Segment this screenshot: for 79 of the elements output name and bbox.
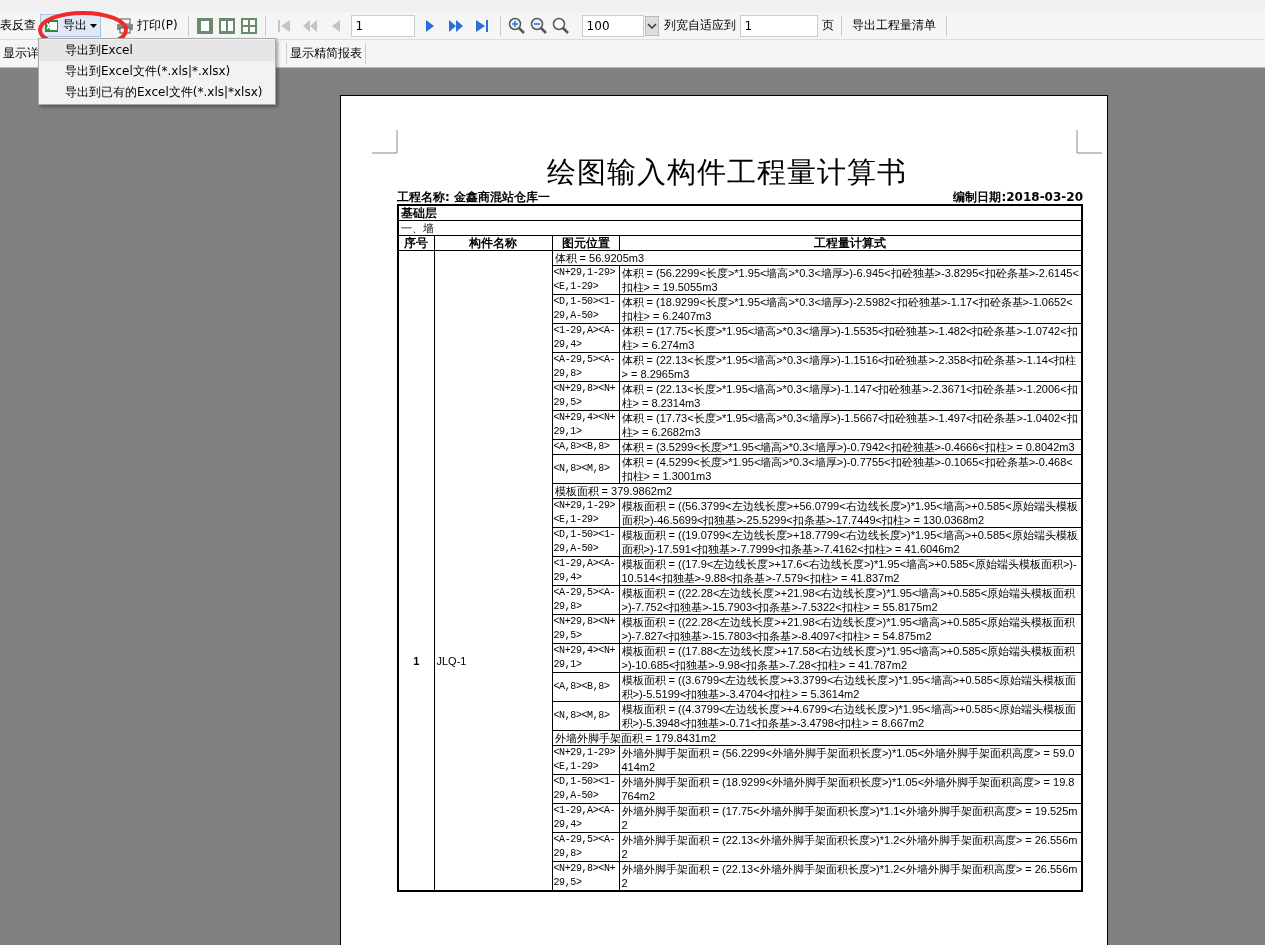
dropdown-icon: [644, 15, 659, 36]
table-cell: <1-29,A><A-29,4>: [552, 556, 619, 586]
table-cell: 体积 = (17.75<长度>*1.95<墙高>*0.3<墙厚>)-1.5535<扣砼独基>-1.482<扣砼条基>-1.0742<扣柱> = 6.274m3: [619, 323, 1082, 353]
table-cell: <A,8><B,8>: [552, 672, 619, 702]
table-cell: <N+29,1-29><E,1-29>: [552, 498, 619, 528]
table-cell: 体积 = 56.9205m3: [552, 250, 1082, 266]
table-cell: 外墙外脚手架面积 = (17.75<外墙外脚手架面积长度>)*1.1<外墙外脚手架面积高度> = 19.525m2: [619, 803, 1082, 833]
table-cell: 体积 = (22.13<长度>*1.95<墙高>*0.3<墙厚>)-1.147<扣砼独基>-2.3671<扣砼条基>-1.2006<扣柱> = 8.2314m3: [619, 381, 1082, 411]
table-cell: 体积 = (18.9299<长度>*1.95<墙高>*0.3<墙厚>)-2.5982<扣砼独基>-1.17<扣砼条基>-1.0652<扣柱> = 6.2407m3: [619, 294, 1082, 324]
column-header: 构件名称: [434, 235, 552, 251]
table-cell: 外墙外脚手架面积 = (22.13<外墙外脚手架面积长度>)*1.2<外墙外脚手架面积高度> = 26.556m2: [619, 832, 1082, 862]
four-page-icon[interactable]: [239, 16, 258, 35]
menu-item[interactable]: 导出到Excel文件(*.xls|*.xlsx): [39, 61, 275, 82]
simple-report-button[interactable]: 显示精简报表: [286, 43, 366, 64]
fit-pages-field[interactable]: 1: [739, 14, 818, 37]
printer-icon: [116, 17, 134, 34]
table-cell: <A-29,5><A-29,8>: [552, 832, 619, 862]
table-cell: <A-29,5><A-29,8>: [552, 352, 619, 382]
section-heading: 一、墙: [398, 220, 1082, 236]
table-cell: <N+29,8><N+29,5>: [552, 614, 619, 644]
table-cell: 体积 = (17.73<长度>*1.95<墙高>*0.3<墙厚>)-1.5667<扣砼独基>-1.497<扣砼条基>-1.0402<扣柱> = 6.2682m3: [619, 410, 1082, 440]
table-cell: 模板面积 = ((19.0799<左边线长度>+18.7799<右边线长度>)*1.95<墙高>+0.585<原始端头模板面积>)-17.591<扣独基>-7.7999<扣条基>-7.4162<扣柱> = 41.6046m2: [619, 527, 1082, 557]
table-cell: 模板面积 = ((17.88<左边线长度>+17.58<右边线长度>)*1.95<墙高>+0.585<原始端头模板面积>)-10.685<扣独基>-9.98<扣条基>-7.28<扣柱> = 41.787m2: [619, 643, 1082, 673]
table-cell: 模板面积 = ((3.6799<左边线长度>+3.3799<右边线长度>)*1.95<墙高>+0.585<原始端头模板面积>)-5.5199<扣独基>-3.4704<扣柱> = 5.3614m2: [619, 672, 1082, 702]
table-cell: 外墙外脚手架面积 = (18.9299<外墙外脚手架面积长度>)*1.05<外墙外脚手架面积高度> = 19.8764m2: [619, 774, 1082, 804]
last-page-icon[interactable]: [473, 17, 490, 34]
table-cell: 外墙外脚手架面积 = 179.8431m2: [552, 730, 1082, 746]
table-cell: 模板面积 = ((4.3799<左边线长度>+4.6799<右边线长度>)*1.95<墙高>+0.585<原始端头模板面积>)-5.3948<扣独基>-0.71<扣条基>-3.4798<扣柱> = 8.667m2: [619, 701, 1082, 731]
table-cell: 体积 = (4.5299<长度>*1.95<墙高>*0.3<墙厚>)-0.7755<扣砼独基>-0.1065<扣砼条基>-0.468<扣柱> = 1.3001m3: [619, 454, 1082, 484]
table-cell: <A,8><B,8>: [552, 439, 619, 455]
single-page-icon[interactable]: [195, 16, 214, 35]
next-page-icon[interactable]: [447, 17, 464, 34]
crop-mark-icon: [1076, 130, 1102, 154]
table-cell: <A-29,5><A-29,8>: [552, 585, 619, 615]
table-cell: 体积 = (56.2299<长度>*1.95<墙高>*0.3<墙厚>)-6.945<扣砼独基>-3.8295<扣砼条基>-2.6145<扣柱> = 19.5055m3: [619, 265, 1082, 295]
table-cell: 模板面积 = ((17.9<左边线长度>+17.6<右边线长度>)*1.95<墙高>+0.585<原始端头模板面积>)-10.514<扣独基>-9.88<扣条基>-7.579<扣柱> = 41.837m2: [619, 556, 1082, 586]
table-cell: <N+29,4><N+29,1>: [552, 410, 619, 440]
detailed-report-button[interactable]: 显示详: [0, 43, 42, 64]
table-cell: <N+29,1-29><E,1-29>: [552, 265, 619, 295]
page-number-field[interactable]: 1: [350, 14, 415, 37]
search-icon[interactable]: [551, 16, 570, 35]
table-cell: 体积 = (22.13<长度>*1.95<墙高>*0.3<墙厚>)-1.1516<扣砼独基>-2.358<扣砼条基>-1.14<扣柱> = 8.2965m3: [619, 352, 1082, 382]
table-cell: <1-29,A><A-29,4>: [552, 803, 619, 833]
report-date: 编制日期:2018-03-20: [953, 190, 1083, 204]
zoom-out-icon[interactable]: [529, 16, 548, 35]
column-header: 图元位置: [552, 235, 619, 251]
table-cell: <N+29,4><N+29,1>: [552, 643, 619, 673]
reverse-lookup-button[interactable]: 表反查: [0, 17, 36, 34]
column-header: 序号: [398, 235, 434, 251]
crop-mark-icon: [372, 130, 398, 154]
table-cell: JLQ-1: [434, 250, 552, 891]
table-cell: <N+29,8><N+29,5>: [552, 381, 619, 411]
table-cell: <1-29,A><A-29,4>: [552, 323, 619, 353]
table-cell: <N+29,8><N+29,5>: [552, 861, 619, 891]
fit-width-label: 列宽自适应到: [663, 17, 736, 34]
table-cell: 模板面积 = ((22.28<左边线长度>+21.98<右边线长度>)*1.95<墙高>+0.585<原始端头模板面积>)-7.752<扣独基>-15.7903<扣条基>-7.5322<扣柱> = 55.8175m2: [619, 585, 1082, 615]
print-button[interactable]: 打印(P): [113, 15, 181, 36]
table-cell: <N,8><M,8>: [552, 701, 619, 731]
table-cell: <N,8><M,8>: [552, 454, 619, 484]
table-cell: 模板面积 = ((22.28<左边线长度>+21.98<右边线长度>)*1.95<墙高>+0.585<原始端头模板面积>)-7.827<扣独基>-15.7803<扣条基>-8.4097<扣柱> = 54.875m2: [619, 614, 1082, 644]
export-list-button[interactable]: 导出工程量清单: [848, 15, 939, 36]
table-cell: 模板面积 = ((56.3799<左边线长度>+56.0799<右边线长度>)*1.95<墙高>+0.585<原始端头模板面积>)-46.5699<扣独基>-25.5299<扣条基>-17.7449<扣柱> = 130.0368m2: [619, 498, 1082, 528]
project-name: 工程名称: 金鑫商混站仓库一: [397, 190, 550, 204]
table-cell: <D,1-50><1-29,A-50>: [552, 774, 619, 804]
caret-icon: [90, 23, 97, 28]
column-header: 工程量计算式: [619, 235, 1082, 251]
floor-heading: 基础层: [398, 205, 1082, 221]
table-cell: <N+29,1-29><E,1-29>: [552, 745, 619, 775]
menu-item[interactable]: 导出到已有的Excel文件(*.xls|*xlsx): [39, 82, 275, 103]
pages-unit-label: 页: [821, 17, 834, 34]
table-cell: 模板面积 = 379.9862m2: [552, 483, 1082, 499]
table-cell: 体积 = (3.5299<长度>*1.95<墙高>*0.3<墙厚>)-0.7942<扣砼独基>-0.4666<扣柱> = 0.8042m3: [619, 439, 1082, 455]
menu-item[interactable]: 导出到Excel: [39, 40, 275, 61]
table-cell: <D,1-50><1-29,A-50>: [552, 294, 619, 324]
report-title: 绘图输入构件工程量计算书: [546, 154, 908, 190]
table-cell: <D,1-50><1-29,A-50>: [552, 527, 619, 557]
two-page-icon[interactable]: [217, 16, 236, 35]
zoom-in-icon[interactable]: [507, 16, 526, 35]
table-cell: 外墙外脚手架面积 = (56.2299<外墙外脚手架面积长度>)*1.05<外墙外脚手架面积高度> = 59.0414m2: [619, 745, 1082, 775]
